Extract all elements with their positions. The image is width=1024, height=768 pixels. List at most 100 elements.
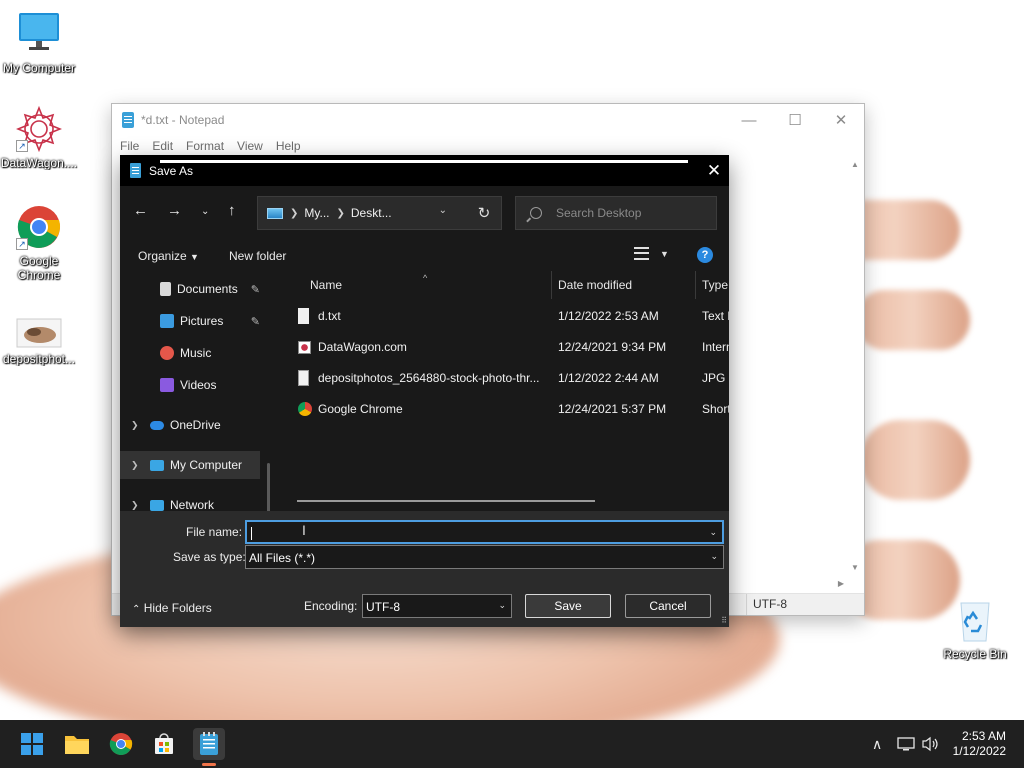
organize-button[interactable]: Organize ▼ xyxy=(138,249,199,263)
menu-edit[interactable]: Edit xyxy=(152,139,173,153)
chrome-icon xyxy=(109,733,133,755)
cancel-button[interactable]: Cancel xyxy=(625,594,711,618)
file-row-google-chrome[interactable]: Google Chrome 12/24/2021 5:37 PM Short xyxy=(278,394,729,424)
hide-folders-label: Hide Folders xyxy=(143,601,212,615)
store-icon xyxy=(155,733,173,754)
volume-icon[interactable] xyxy=(921,720,939,768)
chrome-taskbar-button[interactable] xyxy=(105,728,137,760)
recent-locations-chevron-icon[interactable]: ⌄ xyxy=(201,206,209,217)
chevron-down-icon[interactable]: ⌄ xyxy=(709,527,717,538)
search-box[interactable] xyxy=(515,196,717,230)
address-bar[interactable]: ❯ My... ❯ Deskt... ⌄ ↻ xyxy=(257,196,502,230)
text-caret xyxy=(251,527,252,540)
desktop-icon-google-chrome[interactable]: ↗ Google Chrome xyxy=(0,204,79,282)
nav-item-label: Pictures xyxy=(180,314,224,328)
nav-item-my-computer[interactable]: ❯ My Computer xyxy=(120,451,260,479)
clock-time: 2:53 AM xyxy=(961,729,1006,743)
nav-item-pictures[interactable]: Pictures ✎ xyxy=(120,307,260,335)
store-button[interactable] xyxy=(148,728,180,760)
breadcrumb-separator-icon: ❯ xyxy=(336,207,345,219)
chrome-shortcut-icon xyxy=(298,402,312,416)
close-button[interactable]: ✕ xyxy=(818,104,864,136)
save-as-type-select[interactable]: All Files (*.*) ⌄ xyxy=(245,545,724,569)
new-folder-button[interactable]: New folder xyxy=(229,249,286,263)
file-type: Short xyxy=(702,402,729,416)
address-dropdown-icon[interactable]: ⌄ xyxy=(439,205,447,216)
expand-chevron-icon[interactable]: ❯ xyxy=(131,500,139,511)
menu-file[interactable]: File xyxy=(120,139,139,153)
nav-item-videos[interactable]: Videos xyxy=(120,371,260,399)
tray-overflow-chevron-icon[interactable]: ∧ xyxy=(872,720,882,768)
expand-chevron-icon[interactable]: ❯ xyxy=(131,460,139,471)
notepad-titlebar[interactable]: *d.txt - Notepad — ☐ ✕ xyxy=(112,104,864,136)
expand-chevron-icon[interactable]: ❯ xyxy=(131,420,139,431)
view-options-icon[interactable] xyxy=(634,247,649,260)
search-input[interactable] xyxy=(556,206,706,220)
file-explorer-button[interactable] xyxy=(61,728,93,760)
computer-icon xyxy=(150,459,164,471)
back-arrow-icon[interactable]: ← xyxy=(133,202,148,219)
view-dropdown-icon[interactable]: ▼ xyxy=(660,249,669,259)
file-row-d-txt[interactable]: d.txt 1/12/2022 2:53 AM Text D xyxy=(278,301,729,331)
up-arrow-icon[interactable]: ↑ xyxy=(228,202,236,219)
text-file-icon xyxy=(298,308,309,324)
nav-item-music[interactable]: Music xyxy=(120,339,260,367)
refresh-icon[interactable]: ↻ xyxy=(467,197,501,229)
monitor-icon xyxy=(16,11,62,57)
menu-help[interactable]: Help xyxy=(276,139,301,153)
breadcrumb-my-computer[interactable]: My... xyxy=(304,206,329,220)
navigation-pane: Documents ✎ Pictures ✎ Music Videos ❯ On… xyxy=(120,271,276,511)
notepad-vertical-scrollbar[interactable]: ▲ ▼ xyxy=(847,156,864,594)
file-name-input[interactable]: I ⌄ xyxy=(245,520,724,544)
file-row-datawagon[interactable]: DataWagon.com 12/24/2021 9:34 PM Intern xyxy=(278,332,729,362)
breadcrumb-desktop[interactable]: Deskt... xyxy=(351,206,392,220)
forward-arrow-icon[interactable]: → xyxy=(167,202,182,219)
scroll-right-icon[interactable]: ▶ xyxy=(838,579,844,588)
resize-grip-icon[interactable]: ⠿ xyxy=(721,616,727,625)
scroll-down-icon[interactable]: ▼ xyxy=(851,563,859,572)
scroll-up-icon[interactable]: ▲ xyxy=(851,160,859,169)
menu-view[interactable]: View xyxy=(237,139,263,153)
nav-item-label: Network xyxy=(170,498,215,511)
nav-item-documents[interactable]: Documents ✎ xyxy=(120,275,260,303)
pin-icon[interactable]: ✎ xyxy=(251,283,260,296)
desktop-icon-datawagon[interactable]: ↗ DataWagon.... xyxy=(0,105,79,170)
file-name-label: File name: xyxy=(186,525,243,539)
nav-item-onedrive[interactable]: ❯ OneDrive xyxy=(120,411,260,439)
hide-folders-button[interactable]: ⌃ Hide Folders xyxy=(132,601,212,615)
column-divider[interactable] xyxy=(695,271,696,299)
chevron-down-icon[interactable]: ⌄ xyxy=(498,600,506,611)
nav-item-network[interactable]: ❯ Network xyxy=(120,491,260,511)
maximize-button[interactable]: ☐ xyxy=(772,104,818,136)
file-row-depositphotos[interactable]: depositphotos_2564880-stock-photo-thr...… xyxy=(278,363,729,393)
minimize-button[interactable]: — xyxy=(726,104,772,136)
column-header-type[interactable]: Type xyxy=(702,271,728,299)
documents-icon xyxy=(160,282,171,296)
nav-item-label: My Computer xyxy=(170,458,243,472)
column-header-date-modified[interactable]: Date modified xyxy=(558,271,632,299)
help-icon[interactable]: ? xyxy=(697,247,713,263)
menu-format[interactable]: Format xyxy=(186,139,224,153)
dialog-close-button[interactable]: ✕ xyxy=(699,155,729,186)
column-divider[interactable] xyxy=(551,271,552,299)
desktop-icon-my-computer[interactable]: My Computer xyxy=(0,11,79,75)
save-button[interactable]: Save xyxy=(525,594,611,618)
encoding-value: UTF-8 xyxy=(366,600,400,614)
desktop-icon-label: depositphot... xyxy=(2,352,76,366)
notepad-taskbar-button[interactable] xyxy=(193,728,225,760)
videos-icon xyxy=(160,378,174,392)
start-button[interactable] xyxy=(16,728,48,760)
column-header-name[interactable]: Name xyxy=(310,271,342,299)
network-icon[interactable] xyxy=(897,720,915,768)
navigation-pane-scrollbar[interactable] xyxy=(267,463,270,511)
save-as-dialog: Save As ✕ ← → ⌄ ↑ ❯ My... ❯ Deskt... ⌄ ↻… xyxy=(120,155,729,627)
encoding-select[interactable]: UTF-8 ⌄ xyxy=(362,594,512,618)
desktop-icon-depositphotos[interactable]: depositphot... xyxy=(0,318,79,366)
system-clock[interactable]: 2:53 AM 1/12/2022 xyxy=(953,729,1006,759)
pin-icon[interactable]: ✎ xyxy=(251,315,260,328)
desktop-icon-recycle-bin[interactable]: Recycle Bin xyxy=(935,597,1015,661)
pictures-icon xyxy=(160,314,174,328)
file-date: 12/24/2021 9:34 PM xyxy=(558,340,667,354)
chevron-down-icon[interactable]: ⌄ xyxy=(710,551,718,562)
file-list-horizontal-scrollbar[interactable] xyxy=(297,500,595,502)
